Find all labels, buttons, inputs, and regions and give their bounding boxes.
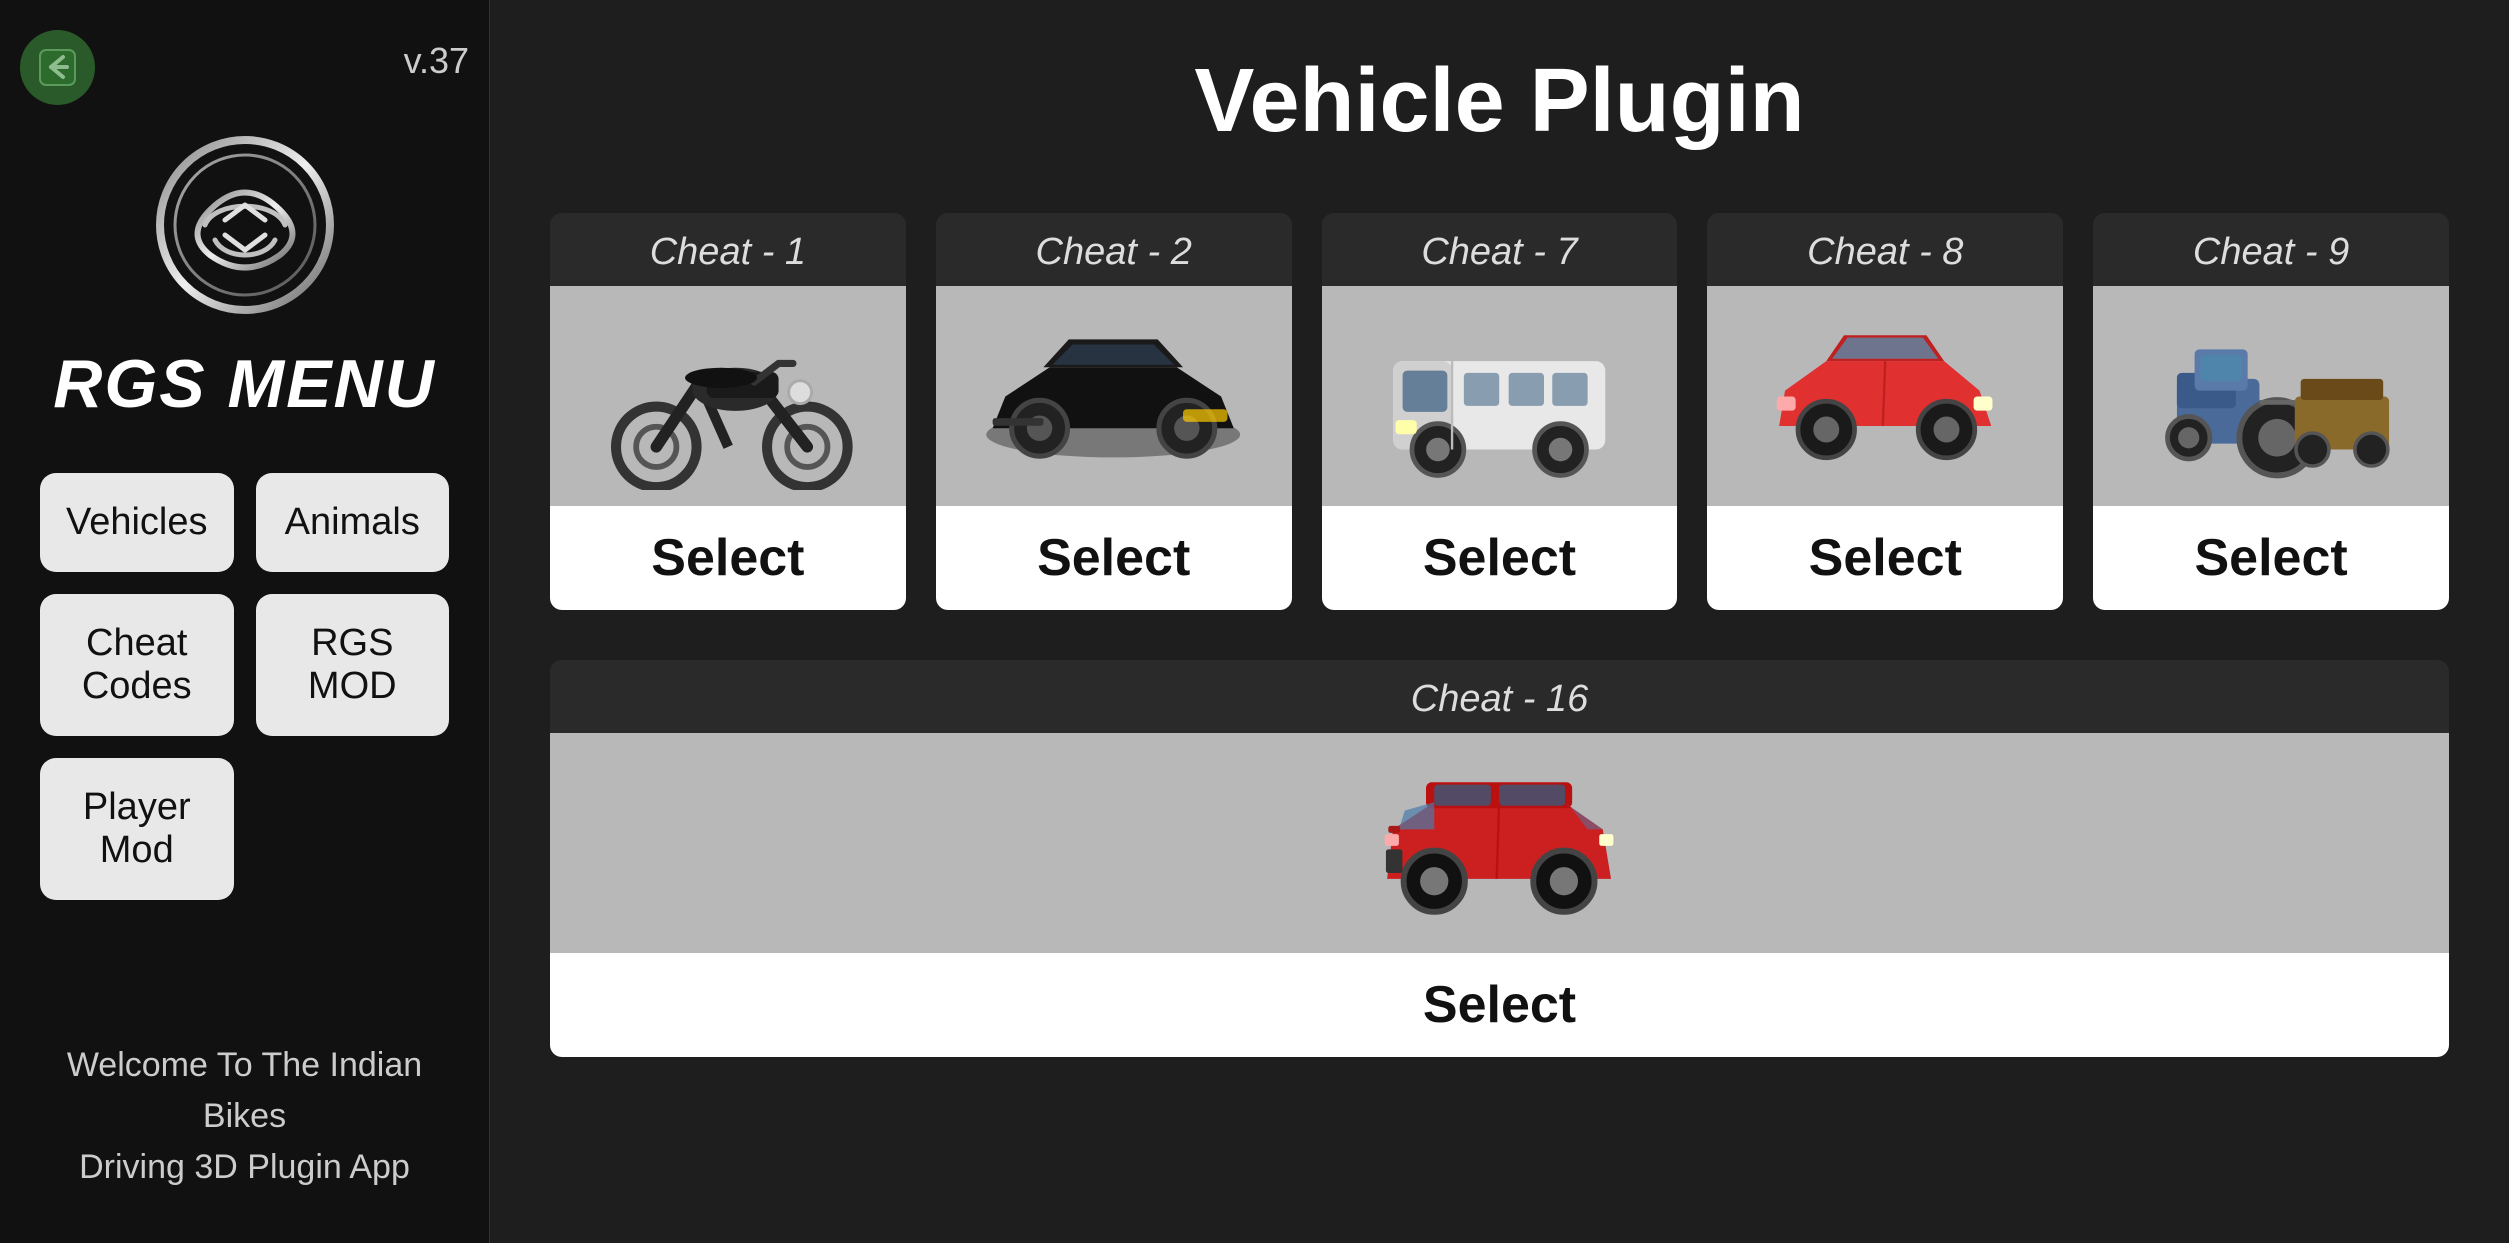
select-button-2[interactable]: Select bbox=[936, 506, 1292, 610]
vehicle-image-2 bbox=[936, 286, 1292, 506]
vehicle-image-3 bbox=[1322, 286, 1678, 506]
select-button-5[interactable]: Select bbox=[2093, 506, 2449, 610]
vehicle-card-4: Cheat - 8 bbox=[1707, 213, 2063, 610]
vehicle-card-6: Cheat - 16 bbox=[550, 660, 2449, 1057]
vehicle-image-6 bbox=[550, 733, 2449, 953]
nav-buttons-grid: Vehicles Animals Cheat Codes RGS MOD bbox=[20, 473, 469, 736]
sidebar-top: v.37 bbox=[20, 30, 469, 105]
exit-button[interactable] bbox=[20, 30, 95, 105]
vehicle-image-4 bbox=[1707, 286, 2063, 506]
vehicles-row-1: Cheat - 1 bbox=[550, 213, 2449, 610]
vehicle-image-1 bbox=[550, 286, 906, 506]
vehicle-card-3: Cheat - 7 bbox=[1322, 213, 1678, 610]
cheat-label-2: Cheat - 2 bbox=[936, 213, 1292, 286]
plugin-title: Vehicle Plugin bbox=[550, 50, 2449, 153]
vehicles-button[interactable]: Vehicles bbox=[40, 473, 234, 572]
cheat-label-6: Cheat - 16 bbox=[550, 660, 2449, 733]
main-content: Vehicle Plugin Cheat - 1 bbox=[490, 0, 2509, 1243]
cheat-label-1: Cheat - 1 bbox=[550, 213, 906, 286]
welcome-text: Welcome To The Indian Bikes Driving 3D P… bbox=[0, 1040, 489, 1193]
menu-title: RGS MENU bbox=[53, 345, 435, 423]
vehicle-card-1: Cheat - 1 bbox=[550, 213, 906, 610]
sidebar: v.37 bbox=[0, 0, 490, 1243]
rgs-mod-button[interactable]: RGS MOD bbox=[256, 594, 450, 736]
select-button-3[interactable]: Select bbox=[1322, 506, 1678, 610]
cheat-label-3: Cheat - 7 bbox=[1322, 213, 1678, 286]
vehicles-row-2: Cheat - 16 bbox=[550, 660, 2449, 1057]
vehicle-card-5: Cheat - 9 bbox=[2093, 213, 2449, 610]
rgs-logo bbox=[155, 135, 335, 315]
version-label: v.37 bbox=[404, 40, 469, 82]
logo-container bbox=[155, 135, 335, 325]
cheat-label-5: Cheat - 9 bbox=[2093, 213, 2449, 286]
animals-button[interactable]: Animals bbox=[256, 473, 450, 572]
welcome-line1: Welcome To The Indian Bikes bbox=[67, 1046, 422, 1135]
cheat-label-4: Cheat - 8 bbox=[1707, 213, 2063, 286]
select-button-1[interactable]: Select bbox=[550, 506, 906, 610]
player-mod-button[interactable]: Player Mod bbox=[40, 758, 234, 900]
vehicle-card-2: Cheat - 2 bbox=[936, 213, 1292, 610]
select-button-6[interactable]: Select bbox=[550, 953, 2449, 1057]
select-button-4[interactable]: Select bbox=[1707, 506, 2063, 610]
vehicle-image-5 bbox=[2093, 286, 2449, 506]
cheat-codes-button[interactable]: Cheat Codes bbox=[40, 594, 234, 736]
welcome-line2: Driving 3D Plugin App bbox=[79, 1148, 410, 1186]
